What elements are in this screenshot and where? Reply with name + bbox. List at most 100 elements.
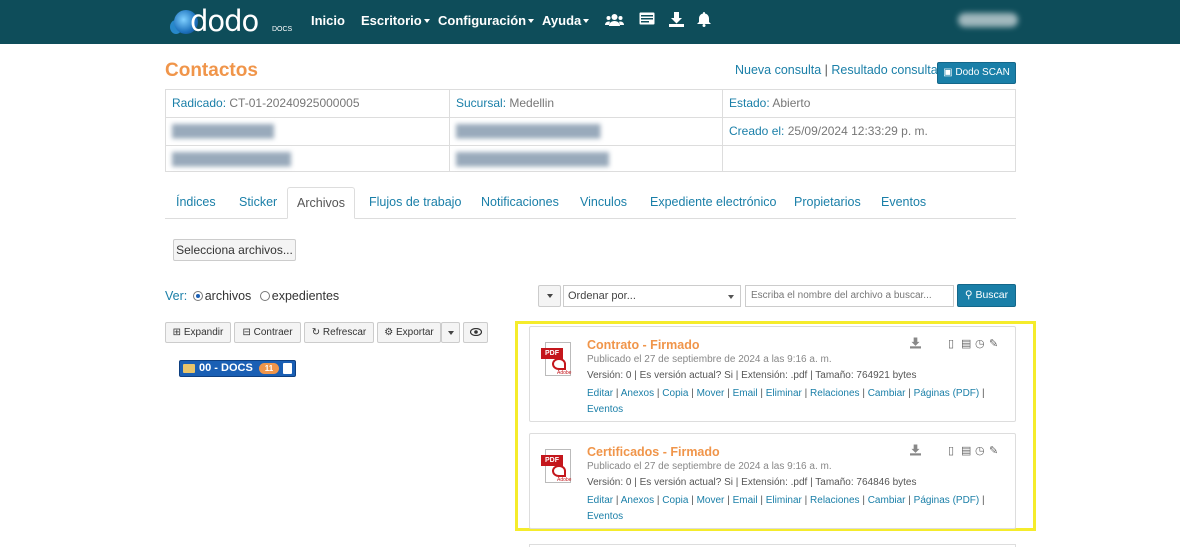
- file-card: PDF Adobe Certificados - Firmado Publicad…: [529, 433, 1016, 529]
- card-icon[interactable]: ▤: [961, 337, 971, 350]
- nav-ayuda-label: Ayuda: [542, 13, 582, 28]
- file-meta: Versión: 0 | Es versión actual? Si | Ext…: [587, 370, 917, 381]
- tab-flujos[interactable]: Flujos de trabajo: [369, 187, 461, 219]
- tab-notificaciones[interactable]: Notificaciones: [481, 187, 559, 219]
- action-anexos[interactable]: Anexos: [621, 388, 654, 399]
- tab-propietarios[interactable]: Propietarios: [794, 187, 861, 219]
- download-icon[interactable]: [910, 444, 921, 459]
- radicado-label: Radicado:: [172, 96, 227, 110]
- plus-square-icon: ⊞: [172, 327, 182, 338]
- top-links: Nueva consulta | Resultado consulta: [735, 63, 938, 77]
- page-title: Contactos: [165, 60, 258, 81]
- action-eliminar[interactable]: Eliminar: [766, 388, 802, 399]
- redacted-text: ██████████████████: [456, 152, 610, 166]
- file-title[interactable]: Contrato - Firmado: [587, 338, 700, 352]
- action-cambiar[interactable]: Cambiar: [868, 495, 906, 506]
- sort-direction-button[interactable]: [538, 285, 561, 307]
- pencil-icon[interactable]: ✎: [989, 444, 998, 457]
- record-info-table: Radicado: CT-01-20240925000005 Sucursal:…: [165, 89, 1016, 172]
- action-email[interactable]: Email: [733, 495, 758, 506]
- tab-vinculos[interactable]: Vinculos: [580, 187, 627, 219]
- action-anexos[interactable]: Anexos: [621, 495, 654, 506]
- chevron-down-icon: [728, 295, 734, 299]
- download-icon[interactable]: [910, 337, 921, 352]
- nav-escritorio[interactable]: Escritorio: [361, 13, 430, 28]
- logo-subtext: DOCS: [272, 26, 293, 33]
- action-paginas[interactable]: Páginas (PDF): [914, 388, 980, 399]
- folder-node[interactable]: 00 - DOCS 11: [179, 360, 296, 377]
- action-relaciones[interactable]: Relaciones: [810, 388, 859, 399]
- order-select-value: Ordenar por...: [568, 290, 636, 302]
- radio-expedientes[interactable]: [259, 291, 270, 301]
- top-navbar: dodo DOCS Inicio Escritorio Configuració…: [0, 0, 1180, 44]
- tab-sticker[interactable]: Sticker: [239, 187, 277, 219]
- folder-name: 00 - DOCS: [199, 362, 253, 374]
- nav-inicio[interactable]: Inicio: [311, 13, 345, 28]
- empty-cell: [723, 146, 1016, 172]
- collapse-button[interactable]: ⊟ Contraer: [234, 322, 301, 343]
- mobile-icon[interactable]: ▯: [948, 444, 954, 457]
- download-icon[interactable]: [669, 12, 684, 32]
- tab-expediente[interactable]: Expediente electrónico: [650, 187, 776, 219]
- action-editar[interactable]: Editar: [587, 495, 613, 506]
- card-icon[interactable]: [639, 12, 655, 30]
- radio-expedientes-label[interactable]: expedientes: [272, 289, 339, 303]
- tab-indices[interactable]: Índices: [176, 187, 216, 219]
- action-copia[interactable]: Copia: [662, 388, 688, 399]
- redacted-cell: ██████████████: [166, 146, 450, 172]
- nav-ayuda[interactable]: Ayuda: [542, 13, 589, 28]
- export-dropdown-button[interactable]: [441, 322, 460, 343]
- sucursal-label: Sucursal:: [456, 96, 507, 110]
- link-separator: |: [824, 63, 828, 77]
- export-button[interactable]: ⚙ Exportar: [377, 322, 441, 343]
- action-mover[interactable]: Mover: [697, 495, 725, 506]
- select-files-button[interactable]: Selecciona archivos...: [173, 239, 296, 261]
- action-copia[interactable]: Copia: [662, 495, 688, 506]
- dodo-scan-button[interactable]: ▣ Dodo SCAN: [937, 62, 1016, 84]
- dodo-logo[interactable]: dodo DOCS: [170, 4, 293, 38]
- action-relaciones[interactable]: Relaciones: [810, 495, 859, 506]
- file-title[interactable]: Certificados - Firmado: [587, 445, 720, 459]
- pencil-icon[interactable]: ✎: [989, 337, 998, 350]
- action-cambiar[interactable]: Cambiar: [868, 388, 906, 399]
- search-button-label: Buscar: [975, 289, 1009, 301]
- radio-archivos-label[interactable]: archivos: [205, 289, 252, 303]
- radio-archivos[interactable]: [192, 291, 203, 301]
- tab-archivos[interactable]: Archivos: [287, 187, 355, 219]
- nav-configuracion[interactable]: Configuración: [438, 13, 534, 28]
- search-button[interactable]: ⚲ Buscar: [957, 284, 1016, 307]
- record-tabs: Índices Sticker Archivos Flujos de traba…: [165, 187, 1016, 219]
- action-eliminar[interactable]: Eliminar: [766, 495, 802, 506]
- bell-icon[interactable]: [697, 12, 711, 32]
- dodo-scan-label: Dodo SCAN: [955, 67, 1010, 78]
- view-toggle-button[interactable]: [463, 322, 488, 343]
- clock-icon[interactable]: ◷: [975, 444, 985, 457]
- user-menu[interactable]: [958, 13, 1018, 27]
- action-paginas[interactable]: Páginas (PDF): [914, 495, 980, 506]
- users-icon[interactable]: [605, 12, 624, 33]
- query-result-link[interactable]: Resultado consulta: [831, 63, 937, 77]
- refresh-button[interactable]: ↻ Refrescar: [304, 322, 374, 343]
- expand-button[interactable]: ⊞ Expandir: [165, 322, 231, 343]
- card-icon[interactable]: ▤: [961, 444, 971, 457]
- pdf-icon: PDF Adobe: [541, 449, 575, 483]
- tab-eventos[interactable]: Eventos: [881, 187, 926, 219]
- order-select[interactable]: Ordenar por...: [563, 285, 741, 307]
- action-eventos[interactable]: Eventos: [587, 511, 623, 522]
- action-editar[interactable]: Editar: [587, 388, 613, 399]
- collapse-label: Contraer: [253, 327, 293, 338]
- sucursal-cell: Sucursal: Medellin: [450, 90, 723, 118]
- file-search-input[interactable]: Escriba el nombre del archivo a buscar..…: [745, 285, 954, 307]
- action-eventos[interactable]: Eventos: [587, 404, 623, 415]
- search-icon: ⚲: [964, 289, 973, 301]
- caret-down-icon: [447, 331, 454, 335]
- creado-value: 25/09/2024 12:33:29 p. m.: [787, 124, 928, 138]
- mobile-icon[interactable]: ▯: [948, 337, 954, 350]
- clock-icon[interactable]: ◷: [975, 337, 985, 350]
- action-email[interactable]: Email: [733, 388, 758, 399]
- radicado-value: CT-01-20240925000005: [229, 96, 360, 110]
- action-mover[interactable]: Mover: [697, 388, 725, 399]
- estado-value: Abierto: [772, 96, 811, 110]
- logo-text: dodo: [190, 4, 259, 38]
- new-query-link[interactable]: Nueva consulta: [735, 63, 821, 77]
